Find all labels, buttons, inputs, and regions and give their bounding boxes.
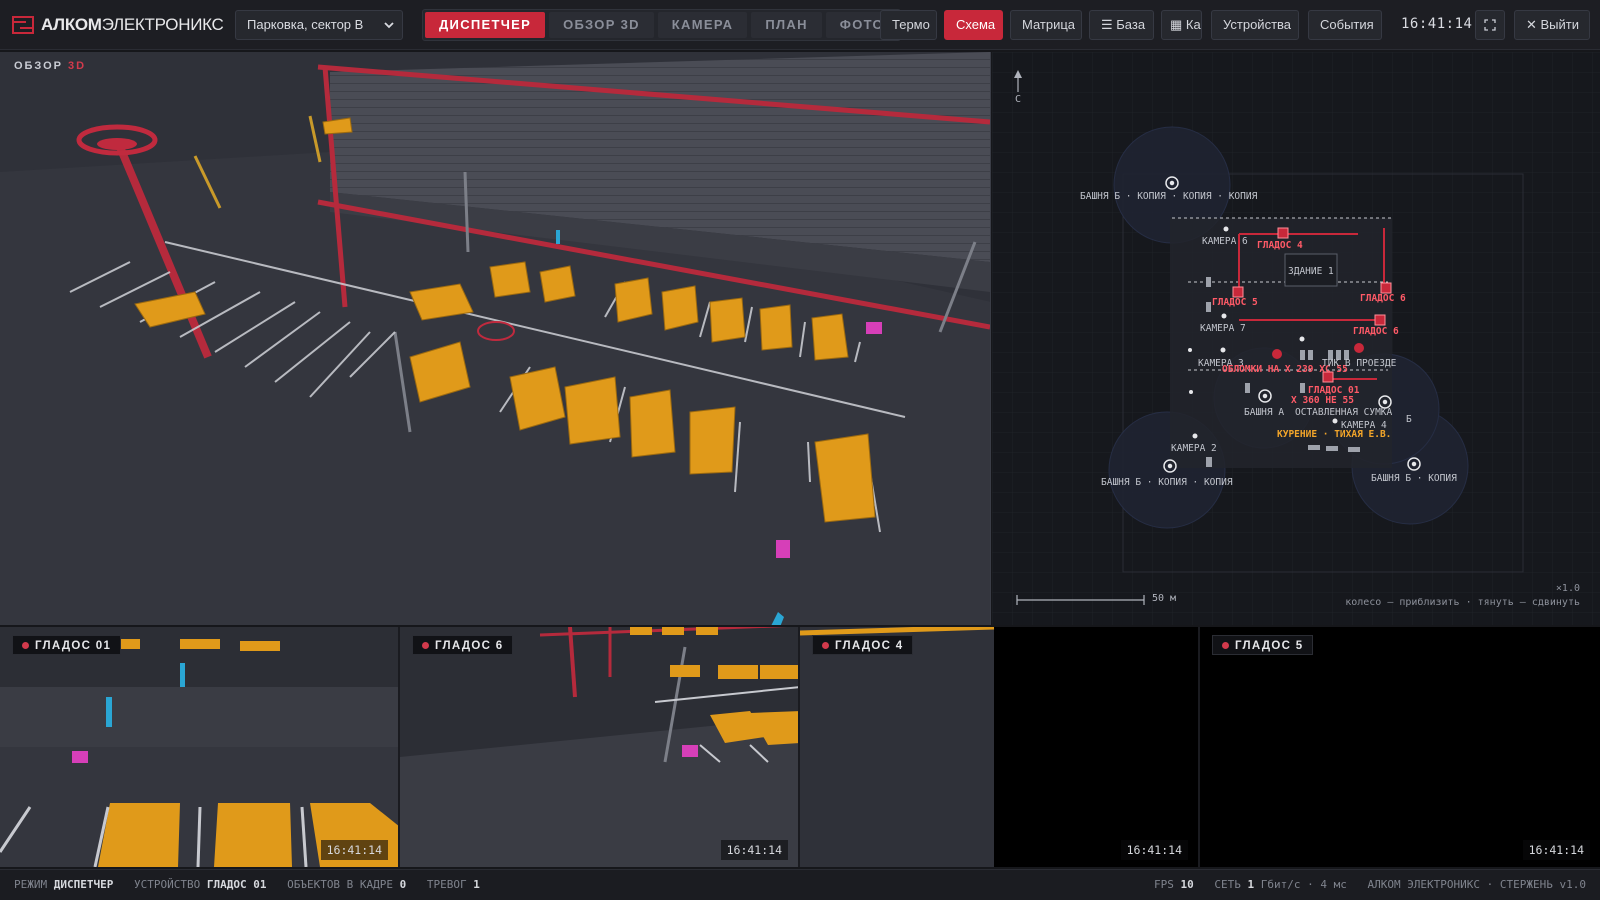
device-glados-6b[interactable]: [1374, 314, 1386, 326]
scheme-button[interactable]: Схема: [944, 10, 1003, 40]
mode-tabs: ДИСПЕТЧЕР ОБЗОР 3D КАМЕРА ПЛАН ФОТО: [422, 9, 901, 41]
label-glados-5: ГЛАДОС 5: [1212, 297, 1258, 308]
fullscreen-icon: [1484, 19, 1496, 31]
camera-feed-3: [800, 627, 1198, 867]
label-tower-br: БАШНЯ Б · КОПИЯ: [1371, 473, 1457, 484]
live-dot-icon: [1222, 642, 1229, 649]
north-label: С: [1015, 94, 1022, 105]
camera-tile-glados-01[interactable]: ГЛАДОС 01 16:41:14: [0, 627, 400, 867]
tab-plan[interactable]: ПЛАН: [751, 12, 822, 38]
label-tower-top: БАШНЯ Б · КОПИЯ · КОПИЯ · КОПИЯ: [1080, 191, 1258, 202]
camera-tile-glados-6[interactable]: ГЛАДОС 6 16:41:14: [400, 627, 800, 867]
camera-tile-glados-4[interactable]: ГЛАДОС 4 16:41:14: [800, 627, 1200, 867]
camera-feed-1: [0, 627, 398, 867]
devices-button[interactable]: Устройства: [1211, 10, 1299, 40]
live-dot-icon: [22, 642, 29, 649]
overview-3d-label: ОБЗОР 3D: [14, 60, 87, 72]
label-tower-a: БАШНЯ А: [1244, 407, 1284, 418]
building-label: ЗДАНИЕ 1: [1288, 266, 1334, 277]
base-button[interactable]: ☰ База: [1089, 10, 1154, 40]
label-plate: Х 360 НЕ 55: [1291, 395, 1354, 406]
label-passage: ТИК В ПРОЕЗДЕ: [1322, 358, 1397, 369]
status-fps: FPS 10: [1153, 878, 1194, 891]
site-select[interactable]: Парковка, сектор В: [235, 10, 403, 40]
scale-label: 50 м: [1152, 593, 1177, 604]
label-tower-bl: БАШНЯ Б · КОПИЯ · КОПИЯ: [1101, 477, 1233, 488]
clock: 16:41:14: [1401, 16, 1473, 32]
device-glados-4[interactable]: [1277, 227, 1289, 239]
device-glados-6[interactable]: [1380, 282, 1392, 294]
tab-camera[interactable]: КАМЕРА: [657, 12, 748, 38]
overview-3d-panel[interactable]: ОБЗОР 3D: [0, 52, 991, 625]
camera-badge: ГЛАДОС 4: [812, 635, 914, 655]
label-camera-2: КАМЕРА 2: [1171, 443, 1217, 454]
label-glados-4: ГЛАДОС 4: [1257, 240, 1303, 251]
status-network: СЕТЬ 1 Гбит/с · 4 мс: [1214, 878, 1347, 891]
status-objects: ОБЪЕКТОВ В КАДРЕ 0: [287, 878, 407, 891]
status-bar: РЕЖИМ ДИСПЕТЧЕР УСТРОЙСТВО ГЛАДОС 01 ОБЪ…: [0, 869, 1600, 900]
plan-panel[interactable]: ЗДАНИЕ 1 БАШНЯ Б · КОПИЯ · КОПИЯ · КОПИЯ…: [992, 52, 1600, 625]
zoom-readout: ×1.0: [1555, 583, 1580, 594]
camera-badge: ГЛАДОС 5: [1212, 635, 1314, 655]
events-button[interactable]: События: [1308, 10, 1382, 40]
fullscreen-button[interactable]: [1475, 10, 1505, 40]
camera-badge: ГЛАДОС 01: [12, 635, 122, 655]
plan-map: ЗДАНИЕ 1 БАШНЯ Б · КОПИЯ · КОПИЯ · КОПИЯ…: [992, 52, 1600, 625]
status-device: УСТРОЙСТВО ГЛАДОС 01: [133, 878, 267, 891]
tab-dispatcher[interactable]: ДИСПЕТЧЕР: [425, 12, 546, 38]
label-tower-b-small: Б: [1406, 414, 1412, 425]
label-glados-6a: ГЛАДОС 6: [1360, 293, 1406, 304]
logo-icon: [12, 15, 34, 34]
label-camera-6: КАМЕРА 6: [1202, 236, 1248, 247]
ka-button[interactable]: ▦ Ка: [1161, 10, 1202, 40]
status-alarms: ТРЕВОГ 1: [426, 878, 480, 891]
camera-timestamp: 16:41:14: [320, 840, 388, 860]
label-camera-7: КАМЕРА 7: [1200, 323, 1246, 334]
camera-feed-2: [400, 627, 798, 867]
bollard: [556, 230, 560, 244]
label-smoking: КУРЕНИЕ · ТИХАЯ Е.В.: [1277, 429, 1391, 440]
plan-hint: колесо — приблизить · тянуть — сдвинуть: [1345, 597, 1580, 608]
exit-button[interactable]: ✕ Выйти: [1514, 10, 1590, 40]
scene-3d: [0, 52, 990, 625]
live-dot-icon: [422, 642, 429, 649]
device-glados-5[interactable]: [1232, 286, 1244, 298]
camera-tile-glados-5[interactable]: ГЛАДОС 5 16:41:14: [1200, 627, 1600, 867]
camera-badge: ГЛАДОС 6: [412, 635, 514, 655]
label-glados-6b: ГЛАДОС 6: [1353, 326, 1399, 337]
brand-name: АЛКОМЭЛЕКТРОНИКС: [41, 14, 224, 34]
camera-timestamp: 16:41:14: [1120, 840, 1188, 860]
status-mode: РЕЖИМ ДИСПЕТЧЕР: [14, 878, 114, 891]
camera-timestamp: 16:41:14: [1522, 840, 1590, 860]
top-bar: АЛКОМЭЛЕКТРОНИКС Парковка, сектор В ДИСП…: [0, 0, 1600, 50]
tab-overview-3d[interactable]: ОБЗОР 3D: [549, 12, 654, 38]
live-dot-icon: [822, 642, 829, 649]
site-select-value: Парковка, сектор В: [247, 17, 364, 32]
thermo-button[interactable]: Термо: [880, 10, 937, 40]
chevron-down-icon: [384, 22, 394, 29]
label-bag: ОСТАВЛЕННАЯ СУМКА: [1295, 407, 1393, 418]
logo: АЛКОМЭЛЕКТРОНИКС: [12, 0, 230, 50]
matrix-button[interactable]: Матрица: [1010, 10, 1082, 40]
object-marker: [776, 540, 790, 558]
camera-timestamp: 16:41:14: [720, 840, 788, 860]
status-vendor: АЛКОМ ЭЛЕКТРОНИКС · СТЕРЖЕНЬ v1.0: [1367, 878, 1586, 891]
